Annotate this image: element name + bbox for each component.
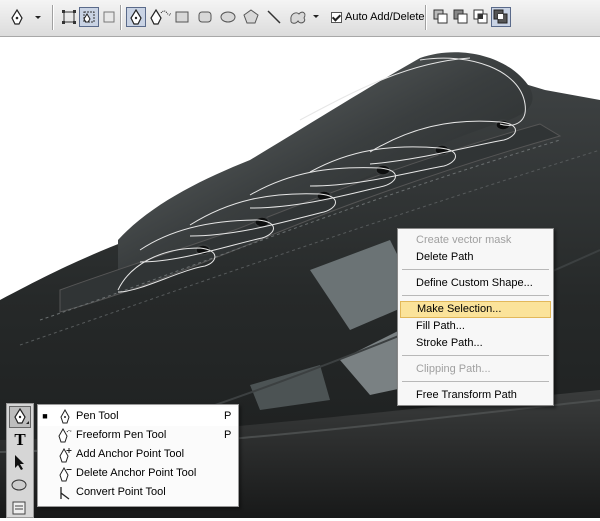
chevron-down-icon — [35, 16, 41, 19]
flyout-item-convert-point-tool[interactable]: Convert Point Tool — [38, 483, 238, 502]
polygon-icon — [243, 9, 259, 24]
flyout-item-label: Delete Anchor Point Tool — [76, 467, 197, 479]
pen-tool-button[interactable] — [9, 406, 31, 428]
polygon-tool-button[interactable] — [241, 7, 261, 27]
notes-tool-button[interactable] — [9, 498, 31, 520]
flyout-item-pen-tool[interactable]: ■ Pen Tool P — [38, 407, 238, 426]
rounded-rectangle-tool-button[interactable] — [195, 7, 215, 27]
auto-add-delete-checkbox[interactable] — [331, 11, 342, 23]
path-selection-icon — [15, 455, 24, 470]
ellipse-tool-icon — [11, 479, 27, 491]
type-tool-icon: T — [14, 430, 26, 449]
ellipse-icon — [220, 11, 236, 23]
pen-tool-flyout: ■ Pen Tool P Freeform Pen Tool P Add Anc… — [37, 404, 239, 507]
flyout-item-delete-anchor-point-tool[interactable]: Delete Anchor Point Tool — [38, 464, 238, 483]
chevron-down-icon — [313, 15, 319, 18]
pen-icon — [130, 8, 142, 25]
flyout-item-label: Add Anchor Point Tool — [76, 448, 185, 460]
flyout-item-freeform-pen-tool[interactable]: Freeform Pen Tool P — [38, 426, 238, 445]
exclude-overlap-icon — [493, 9, 508, 24]
fill-pixels-icon — [103, 11, 115, 23]
rectangle-tool-button[interactable] — [172, 7, 192, 27]
path-selection-tool-button[interactable] — [9, 452, 31, 474]
freeform-pen-icon — [58, 428, 73, 443]
flyout-item-label: Convert Point Tool — [76, 486, 166, 498]
flyout-item-label: Freeform Pen Tool — [76, 429, 167, 441]
add-to-area-icon — [433, 9, 448, 24]
custom-shape-tool-button[interactable] — [287, 7, 321, 27]
tool-preset-picker[interactable] — [8, 7, 42, 27]
menu-item-clipping-path[interactable]: Clipping Path... — [400, 361, 551, 378]
selected-marker: ■ — [42, 411, 48, 421]
paths-icon — [83, 11, 95, 23]
add-anchor-point-icon — [59, 447, 72, 463]
auto-add-delete-option[interactable]: Auto Add/Delete — [331, 11, 425, 23]
notes-icon — [12, 501, 26, 515]
shape-layers-button[interactable] — [59, 7, 79, 27]
line-icon — [267, 10, 281, 24]
rounded-rectangle-icon — [198, 11, 212, 23]
menu-item-fill-path[interactable]: Fill Path... — [400, 318, 551, 335]
flyout-item-shortcut: P — [224, 410, 232, 422]
menu-item-delete-path[interactable]: Delete Path — [400, 249, 551, 266]
subtract-from-area-button[interactable] — [451, 7, 471, 27]
menu-separator — [402, 269, 549, 270]
menu-item-create-vector-mask[interactable]: Create vector mask — [400, 232, 551, 249]
subtract-from-area-icon — [453, 9, 468, 24]
freeform-pen-button[interactable] — [148, 7, 172, 27]
menu-separator — [402, 295, 549, 296]
exclude-overlap-button[interactable] — [491, 7, 511, 27]
rectangle-icon — [175, 11, 189, 23]
fill-pixels-button[interactable] — [99, 7, 119, 27]
pen-tool-icon — [60, 409, 70, 424]
freeform-pen-icon — [150, 8, 172, 25]
menu-separator — [402, 355, 549, 356]
pen-mode-button[interactable] — [126, 7, 146, 27]
menu-item-free-transform-path[interactable]: Free Transform Path — [400, 387, 551, 404]
type-tool-button[interactable]: T — [9, 429, 31, 451]
custom-shape-icon — [290, 11, 319, 24]
paths-button[interactable] — [79, 7, 99, 27]
intersect-areas-icon — [473, 9, 488, 24]
flyout-item-shortcut: P — [224, 429, 232, 441]
menu-separator — [402, 381, 549, 382]
pen-tool-icon — [14, 407, 29, 424]
convert-point-icon — [60, 487, 70, 500]
pen-icon — [11, 8, 41, 25]
line-tool-button[interactable] — [264, 7, 284, 27]
menu-item-define-custom-shape[interactable]: Define Custom Shape... — [400, 275, 551, 292]
add-to-area-button[interactable] — [431, 7, 451, 27]
menu-item-stroke-path[interactable]: Stroke Path... — [400, 335, 551, 352]
shape-layers-icon — [62, 10, 76, 24]
ellipse-tool-button-panel[interactable] — [9, 475, 31, 497]
flyout-item-add-anchor-point-tool[interactable]: Add Anchor Point Tool — [38, 445, 238, 464]
delete-anchor-point-icon — [59, 466, 72, 482]
menu-item-make-selection[interactable]: Make Selection... — [400, 301, 551, 318]
path-context-menu: Create vector mask Delete Path Define Cu… — [397, 228, 554, 406]
options-bar: Auto Add/Delete — [0, 0, 600, 37]
flyout-item-label: Pen Tool — [76, 410, 119, 422]
intersect-areas-button[interactable] — [471, 7, 491, 27]
auto-add-delete-label: Auto Add/Delete — [345, 11, 425, 23]
ellipse-tool-button[interactable] — [218, 7, 238, 27]
tools-panel: T — [6, 403, 34, 518]
